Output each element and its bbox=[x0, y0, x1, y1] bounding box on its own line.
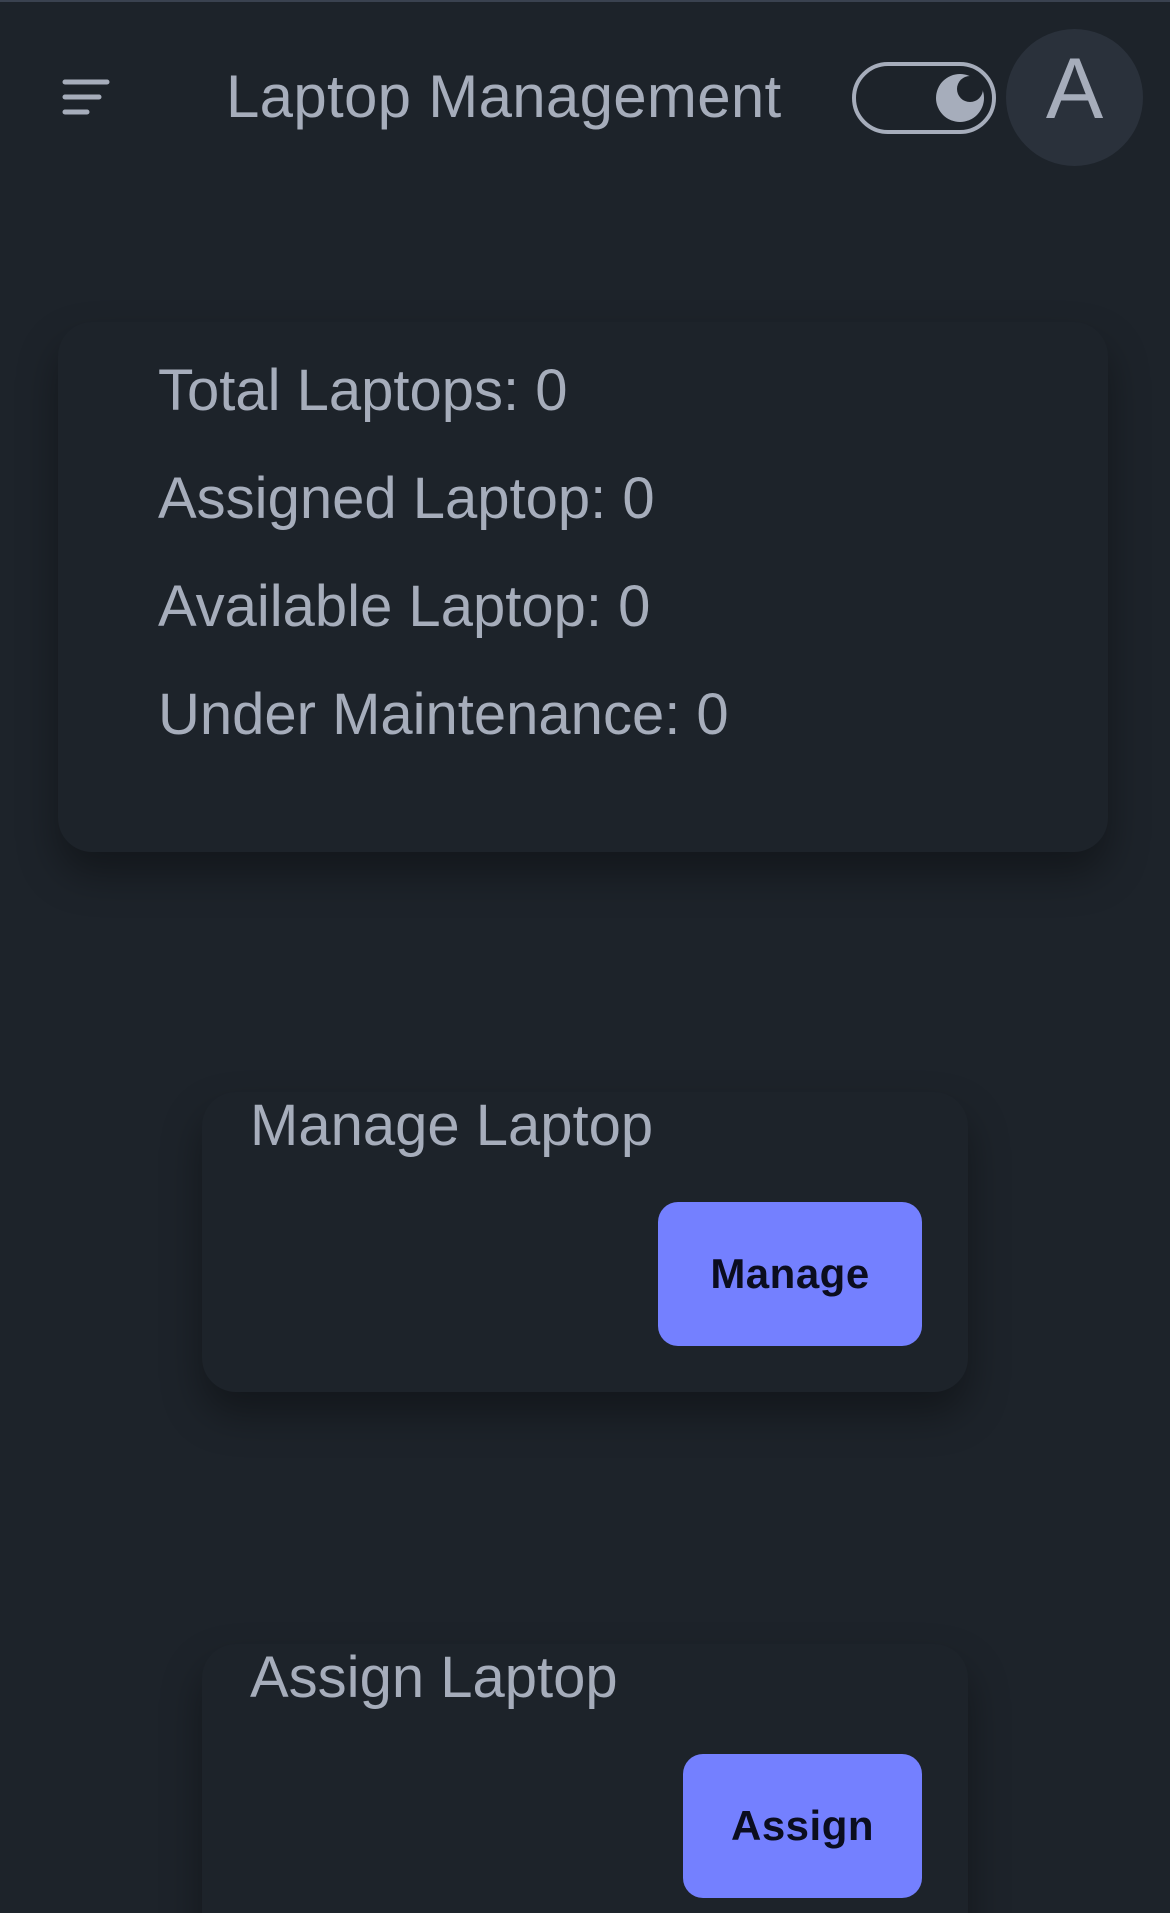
top-navbar: Laptop Management A bbox=[0, 2, 1170, 192]
assign-button[interactable]: Assign bbox=[683, 1754, 922, 1898]
stat-assigned-laptops: Assigned Laptop: 0 bbox=[158, 466, 655, 531]
manage-laptop-title: Manage Laptop bbox=[250, 1093, 654, 1158]
stat-total-laptops: Total Laptops: 0 bbox=[158, 358, 568, 423]
stat-under-maintenance: Under Maintenance: 0 bbox=[158, 682, 729, 747]
manage-laptop-card: Manage Laptop Manage bbox=[202, 1092, 968, 1392]
app-title: Laptop Management bbox=[226, 63, 782, 130]
assign-laptop-card: Assign Laptop Assign bbox=[202, 1644, 968, 1913]
dashboard-page: Laptop Management A Total Laptops: 0 Ass… bbox=[0, 0, 1170, 1913]
stat-available-laptops: Available Laptop: 0 bbox=[158, 574, 651, 639]
menu-button[interactable] bbox=[62, 70, 130, 126]
laptop-stats-card: Total Laptops: 0 Assigned Laptop: 0 Avai… bbox=[58, 322, 1108, 852]
theme-toggle[interactable] bbox=[852, 62, 996, 134]
user-avatar[interactable]: A bbox=[1006, 29, 1143, 166]
assign-laptop-title: Assign Laptop bbox=[250, 1645, 618, 1710]
manage-button[interactable]: Manage bbox=[658, 1202, 922, 1346]
hamburger-menu-icon bbox=[62, 79, 110, 115]
moon-icon bbox=[936, 74, 984, 122]
